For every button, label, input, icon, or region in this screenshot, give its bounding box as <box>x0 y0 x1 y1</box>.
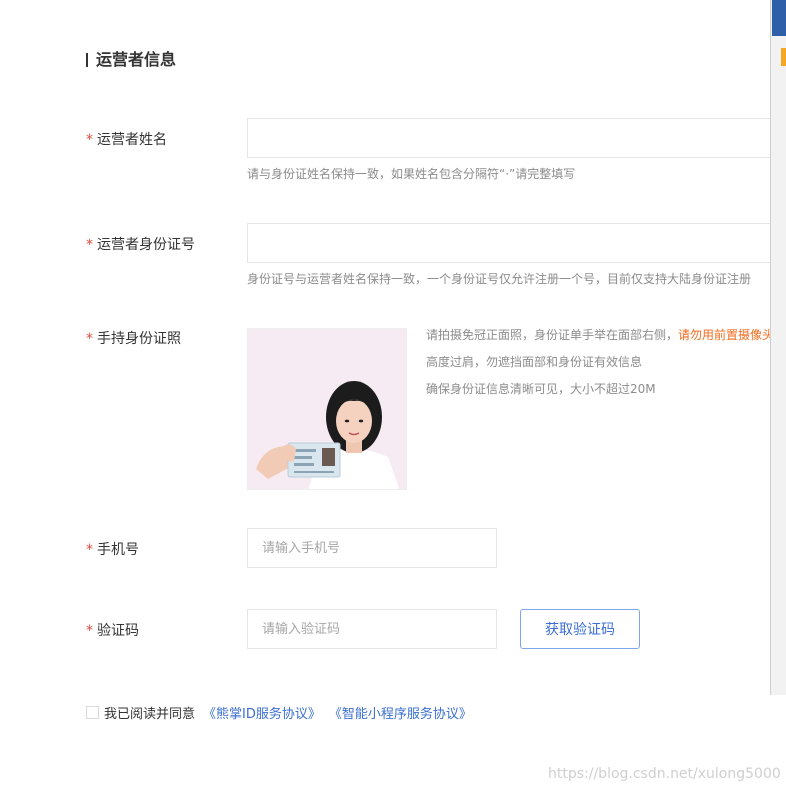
required-mark: * <box>86 331 93 347</box>
photo-tip-3: 确保身份证信息清晰可见，大小不超过20M <box>426 382 656 396</box>
name-label: * 运营者姓名 <box>86 132 167 148</box>
agreement-row: 我已阅读并同意 《熊掌ID服务协议》 《智能小程序服务协议》 <box>86 702 472 722</box>
required-mark: * <box>86 237 93 253</box>
photo-tip-2: 高度过肩，勿遮挡面部和身份证有效信息 <box>426 355 643 369</box>
get-code-button[interactable]: 获取验证码 <box>520 609 640 649</box>
idnum-hint: 身份证号与运营者姓名保持一致，一个身份证号仅允许注册一个号，目前仅支持大陆身份证… <box>247 272 752 286</box>
idnum-input[interactable] <box>248 224 785 262</box>
required-mark: * <box>86 132 93 148</box>
idnum-field[interactable] <box>247 223 786 263</box>
code-input[interactable] <box>248 610 496 648</box>
name-input[interactable] <box>248 119 785 157</box>
phone-input[interactable] <box>248 529 496 567</box>
section-title: 运营者信息 <box>86 48 176 72</box>
name-field[interactable] <box>247 118 786 158</box>
overlapping-window-titlebar <box>772 0 786 36</box>
agreement-text: 我已阅读并同意 <box>104 706 196 722</box>
id-photo-sample-image <box>248 329 406 489</box>
phone-field[interactable] <box>247 528 497 568</box>
photo-label: * 手持身份证照 <box>86 331 181 347</box>
watermark: https://blog.csdn.net/xulong5000 <box>548 766 781 782</box>
overlapping-window-icon <box>781 48 786 66</box>
phone-label: * 手机号 <box>86 542 139 558</box>
code-label: * 验证码 <box>86 623 139 639</box>
agreement-checkbox[interactable] <box>86 705 99 719</box>
photo-tip-warning: 请勿用前置摄像头 <box>678 328 775 342</box>
id-photo-upload[interactable] <box>247 328 407 490</box>
overlapping-window-edge <box>770 0 786 695</box>
required-mark: * <box>86 623 93 639</box>
photo-tip-1: 请拍摄免冠正面照，身份证单手举在面部右侧，请勿用前置摄像头 <box>426 328 775 342</box>
idnum-label: * 运营者身份证号 <box>86 237 195 253</box>
bear-id-agreement-link[interactable]: 《熊掌ID服务协议》 <box>203 703 321 722</box>
name-hint: 请与身份证姓名保持一致，如果姓名包含分隔符“·”请完整填写 <box>247 167 576 181</box>
required-mark: * <box>86 542 93 558</box>
section-title-text: 运营者信息 <box>96 50 177 69</box>
mini-program-agreement-link[interactable]: 《智能小程序服务协议》 <box>329 703 472 722</box>
code-field[interactable] <box>247 609 497 649</box>
title-accent-bar <box>86 53 88 67</box>
